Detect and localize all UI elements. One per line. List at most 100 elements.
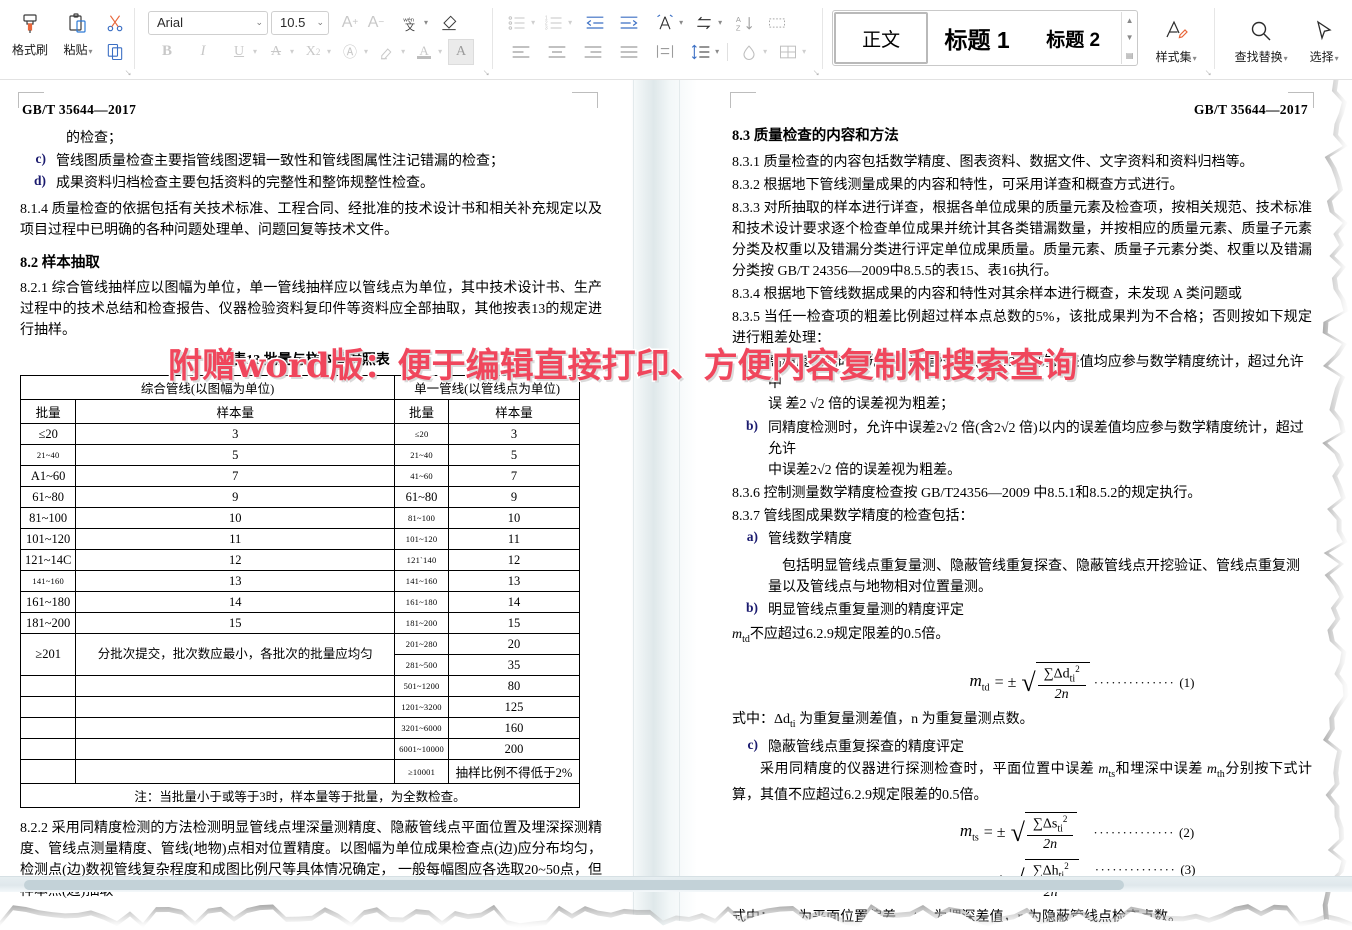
bullet-list-icon[interactable] (504, 10, 530, 36)
strikethrough-button[interactable]: A (263, 39, 289, 65)
table-row: 141~160 13 141~160 13 (19, 570, 581, 592)
table-cell-batch-b: 181~200 (394, 612, 449, 634)
symbol-mts: mts (1098, 762, 1116, 780)
font-dialog-launcher[interactable]: ⭨ (483, 69, 489, 78)
table-cell-sample-a: 7 (75, 465, 396, 487)
bold-button[interactable]: B (154, 39, 180, 65)
table-cell-sample-a (75, 717, 396, 739)
style-item-heading2[interactable]: 标题 2 (1026, 12, 1121, 64)
list-body: 包括明显管线点重复量测、隐蔽管线重复探查、隐蔽管线点开挖验证、管线点重复测量以及… (768, 559, 1300, 595)
mtd-limit-text: 不应超过6.2.9规定限差的0.5倍。 (749, 627, 950, 642)
table-note-row: 注：当批量小于或等于3时，样本量等于批量，为全数检查。 (20, 783, 580, 808)
numbered-list-icon[interactable]: 1 2 3 (541, 10, 567, 36)
table-group-header: 综合管线(以图幅为单位) (19, 375, 396, 400)
justify-icon[interactable] (616, 39, 642, 65)
increase-indent-icon[interactable] (616, 10, 642, 36)
table-cell-sample-a: 14 (75, 591, 396, 613)
symbol-mth: mth (1206, 762, 1225, 780)
table-cell-sample-b: 10 (447, 507, 581, 529)
font-family-value: Arial (157, 15, 184, 30)
align-left-icon[interactable] (508, 39, 534, 65)
table-note: 注：当批量小于或等于3时，样本量等于批量，为全数检查。 (20, 783, 580, 808)
table-cell-batch-a: 121~14C (19, 549, 77, 571)
underline-button[interactable]: U (226, 39, 252, 65)
asian-layout-icon[interactable] (652, 10, 678, 36)
table-cell-sample-b: 9 (447, 486, 581, 508)
styles-dialog-launcher[interactable]: ⭨ (1205, 69, 1211, 78)
table-row: 81~100 10 81~100 10 (19, 507, 581, 529)
font-family-select[interactable]: Arial ⌄ (148, 10, 268, 35)
table-cell-batch-a: 141~160 (19, 570, 77, 592)
align-center-icon[interactable] (544, 39, 570, 65)
char-border-button[interactable]: Ⓐ (337, 39, 363, 65)
find-replace-button[interactable]: 查找替换▾ (1226, 4, 1296, 79)
style-gallery-nav[interactable]: ▲ ▼ ▤ (1121, 12, 1137, 64)
table-cell-sample-a: 3 (75, 423, 396, 445)
pinyin-guide-button[interactable]: wén 文 (397, 10, 423, 36)
font-size-select[interactable]: 10.5 ⌄ (271, 10, 329, 35)
shrink-font-button[interactable]: A − (363, 10, 389, 36)
table-group-header: 单一管线(以管线点为单位) (394, 375, 580, 400)
shading-icon[interactable] (736, 39, 762, 65)
superscript-button[interactable]: X2 (300, 39, 326, 65)
style-item-heading1[interactable]: 标题 1 (930, 12, 1025, 64)
chevron-down-icon[interactable]: ▼ (1126, 33, 1134, 42)
list-title: 隐蔽管线点重复探查的精度评定 (768, 740, 964, 756)
paragraph-8-3-1: 8.3.1 质量检查的内容包括数学精度、图表资料、数据文件、文字资料和资料归档等… (732, 155, 1254, 170)
table-cell-sample-b: 80 (447, 675, 581, 697)
chevron-up-icon[interactable]: ▲ (1126, 16, 1134, 25)
table-column-header-row: 批量 样本量 批量 样本量 (19, 399, 581, 424)
expand-gallery-icon[interactable]: ▤ (1126, 51, 1134, 60)
char-shading-button[interactable]: A (448, 38, 475, 65)
style-item-normal[interactable]: 正文 (834, 12, 929, 64)
sort-icon[interactable]: A Z (732, 10, 758, 36)
right-page-body: 8.3 质量检查的内容和方法 8.3.1 质量检查的内容包括数学精度、图表资料、… (732, 124, 1312, 930)
align-right-icon[interactable] (580, 39, 606, 65)
line-spacing-icon[interactable] (688, 39, 714, 65)
format-painter-label: 格式刷 (11, 43, 48, 57)
table-cell-sample-b: 3 (447, 423, 581, 445)
document-page-left: GB/T 35644—2017 的检查； c) 管线图质量检查主要指管线图逻辑一… (0, 80, 620, 930)
highlight-icon[interactable] (374, 39, 400, 65)
section-heading-8-3: 8.3 质量检查的内容和方法 (732, 128, 899, 144)
font-row-2: B I U ▾ A ▾ X 2 ▾ Ⓐ ▾ ▾ A ▾ A (148, 37, 475, 66)
borders-icon[interactable] (775, 39, 801, 65)
ribbon-group-clipboard: 格式刷 粘贴▾ ⭨ (0, 0, 134, 79)
grow-font-button[interactable]: A + (337, 10, 363, 36)
show-marks-icon[interactable] (764, 10, 790, 36)
clear-format-button[interactable] (436, 10, 462, 36)
paste-button[interactable]: 粘贴▾ (54, 4, 102, 79)
radical-icon: √ (1021, 667, 1036, 697)
paragraph-dialog-launcher[interactable]: ⭨ (813, 69, 819, 78)
table-cell-sample-a: 13 (75, 570, 396, 592)
scrollbar-thumb[interactable] (24, 880, 1124, 890)
list-item: b) 同精度检测时，允许中误差2√2 倍(含2√2 倍)以内的误差值均应参与数学… (732, 418, 1312, 481)
table-cell-sample-b: 14 (447, 591, 581, 613)
leader-dots: ·············· (1093, 824, 1175, 840)
paragraph-controls: ▾ 1 2 3 ▾ ▾ ▾ A Z ▾ ▾ ▾ (504, 4, 806, 79)
table-cell-batch-a (19, 696, 77, 718)
font-color-button[interactable]: A (411, 39, 437, 65)
table-cell-batch-a: 161~180 (19, 591, 77, 613)
page-header-right: GB/T 35644—2017 (1193, 102, 1308, 117)
margin-corner-mark (730, 92, 756, 108)
format-painter-button[interactable]: 格式刷 (6, 4, 54, 79)
horizontal-scrollbar[interactable] (0, 876, 1352, 892)
cut-button[interactable] (102, 10, 128, 36)
section-heading-8-2: 8.2 样本抽取 (20, 255, 100, 271)
list-item-c: c) 隐蔽管线点重复探查的精度评定 (732, 737, 1312, 758)
format-painter-icon (18, 9, 42, 39)
copy-button[interactable] (102, 39, 128, 65)
distribute-icon[interactable] (652, 39, 678, 65)
clipboard-dialog-launcher[interactable]: ⭨ (125, 69, 131, 78)
text-direction-icon[interactable] (691, 10, 717, 36)
document-canvas[interactable]: GB/T 35644—2017 的检查； c) 管线图质量检查主要指管线图逻辑一… (0, 80, 1352, 930)
list-marker: d) (33, 173, 46, 188)
style-set-button[interactable]: 样式集▾ (1148, 4, 1204, 79)
style-item-heading1-label: 标题 1 (944, 27, 1010, 53)
leader-dots: ·············· (1093, 674, 1176, 690)
select-button[interactable]: 选择▾ (1296, 4, 1352, 79)
italic-button[interactable]: I (190, 39, 216, 65)
list-text: 成果资料归档检查主要包括资料的完整性和整饰规整性检查。 (56, 176, 434, 191)
decrease-indent-icon[interactable] (582, 10, 608, 36)
